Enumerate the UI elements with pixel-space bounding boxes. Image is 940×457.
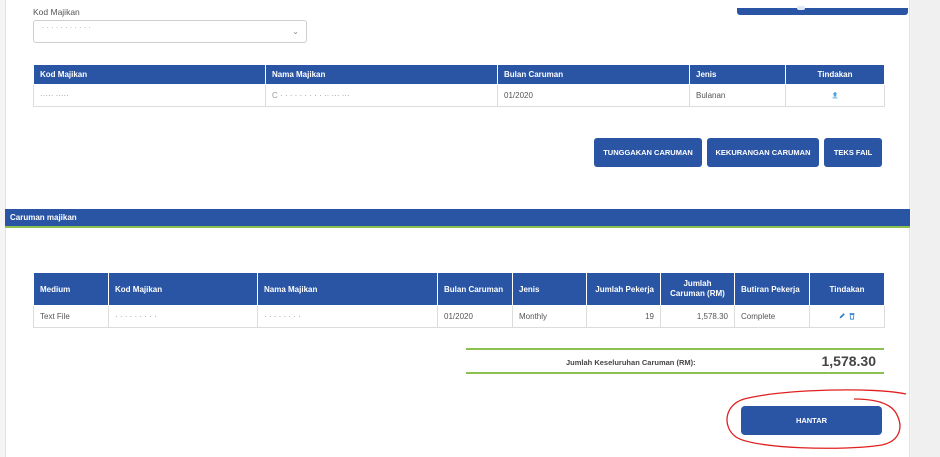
cell-nama-majikan: · · · · · · · · [257,305,438,328]
cell-kod-majikan: ····· ····· [33,84,266,107]
cell-bulan-caruman: 01/2020 [437,305,513,328]
kod-majikan-select-value: · · · · · · · · · · · [42,25,92,31]
cell-kod-majikan: · · · · · · · · · [108,305,258,328]
col-kod-majikan: Kod Majikan [108,272,258,306]
cell-medium: Text File [33,305,109,328]
col-butiran-pekerja: Butiran Pekerja [734,272,810,306]
kekurangan-caruman-button[interactable]: KEKURANGAN CARUMAN [707,138,819,167]
contribution-table: Medium Kod Majikan Nama Majikan Bulan Ca… [33,272,885,328]
top-button-icon [797,6,805,10]
contribution-table-header: Medium Kod Majikan Nama Majikan Bulan Ca… [33,272,885,306]
page-background: Kod Majikan · · · · · · · · · · · ⌄ Kod … [0,0,940,457]
col-nama-majikan: Nama Majikan [265,64,498,85]
cell-jumlah-pekerja: 19 [586,305,661,328]
table-row: ····· ····· C · · · · · · · · · ·· ··· ·… [33,84,885,107]
chevron-down-icon: ⌄ [292,27,299,36]
col-jumlah-caruman: Jumlah Caruman (RM) [660,272,735,306]
cell-butiran-pekerja: Complete [734,305,810,328]
cell-jumlah-caruman: 1,578.30 [660,305,735,328]
employer-table: Kod Majikan Nama Majikan Bulan Caruman J… [33,64,885,107]
cell-nama-majikan: C · · · · · · · · · ·· ··· ··· [265,84,498,107]
cell-jenis: Monthly [512,305,587,328]
col-bulan-caruman: Bulan Caruman [437,272,513,306]
col-jumlah-pekerja: Jumlah Pekerja [586,272,661,306]
cell-tindakan [785,84,885,107]
section-title: Caruman majikan [10,213,77,222]
top-action-button[interactable] [737,8,908,15]
kod-majikan-label: Kod Majikan [33,7,80,17]
total-summary: Jumlah Keseluruhan Caruman (RM): 1,578.3… [466,348,884,374]
col-tindakan: Tindakan [785,64,885,85]
teks-fail-button[interactable]: TEKS FAIL [824,138,882,167]
col-medium: Medium [33,272,109,306]
right-scroll-area [911,0,940,457]
col-bulan-caruman: Bulan Caruman [497,64,690,85]
trash-icon[interactable] [848,312,856,320]
table-row: Text File · · · · · · · · · · · · · · · … [33,305,885,328]
employer-table-header: Kod Majikan Nama Majikan Bulan Caruman J… [33,64,885,85]
tunggakan-caruman-button[interactable]: TUNGGAKAN CARUMAN [594,138,702,167]
col-nama-majikan: Nama Majikan [257,272,438,306]
edit-icon[interactable] [838,312,846,320]
col-kod-majikan: Kod Majikan [33,64,266,85]
section-divider [5,226,910,228]
col-jenis: Jenis [689,64,786,85]
cell-tindakan [809,305,885,328]
annotation-circle [726,389,907,449]
refresh-icon[interactable] [831,91,839,99]
col-jenis: Jenis [512,272,587,306]
cell-bulan-caruman: 01/2020 [497,84,690,107]
total-value: 1,578.30 [821,353,877,369]
col-tindakan: Tindakan [809,272,885,306]
cell-jenis: Bulanan [689,84,786,107]
kod-majikan-select[interactable]: · · · · · · · · · · · ⌄ [33,20,307,43]
total-label: Jumlah Keseluruhan Caruman (RM): [566,358,696,367]
section-header: Caruman majikan [5,209,910,226]
